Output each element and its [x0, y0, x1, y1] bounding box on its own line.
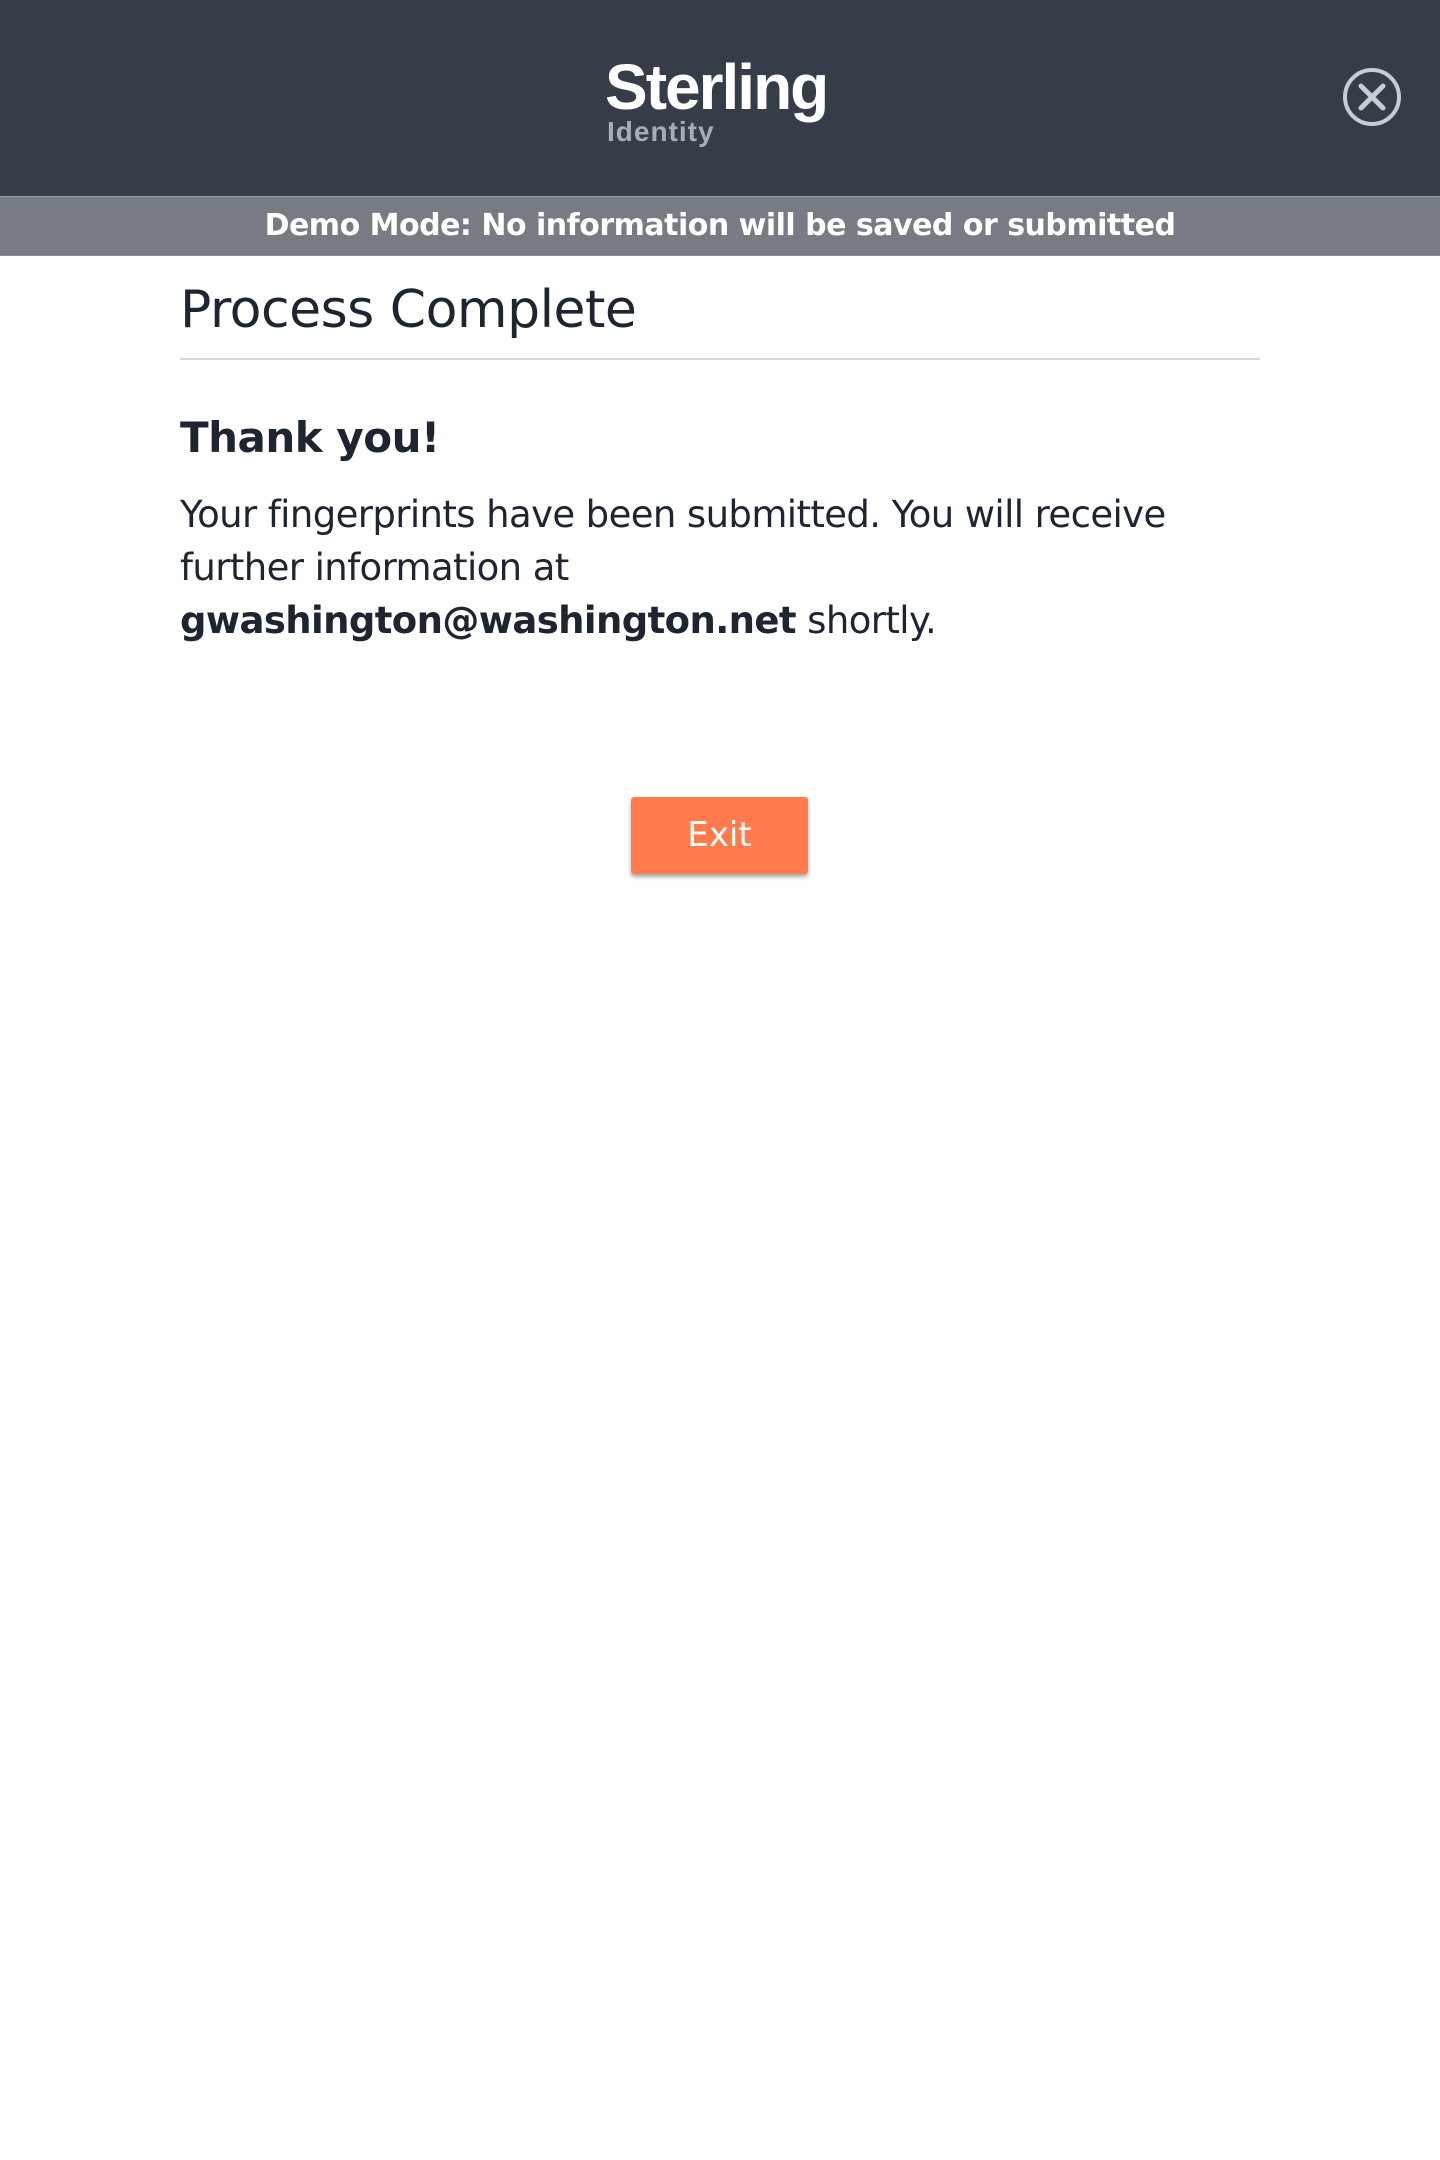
- thank-you-heading: Thank you!: [180, 413, 440, 462]
- demo-mode-banner: Demo Mode: No information will be saved …: [0, 196, 1440, 256]
- app-header: Sterling Identity: [0, 0, 1440, 196]
- logo-accent-mark: [644, 66, 653, 75]
- close-circle-icon: [1343, 68, 1401, 126]
- sterling-identity-logo: Sterling Identity: [605, 52, 845, 152]
- message-text: Your fingerprints have been submitted. Y…: [180, 493, 1166, 589]
- logo-subtitle: Identity: [607, 116, 715, 147]
- page-title: Process Complete: [180, 280, 637, 340]
- confirmation-message: Your fingerprints have been submitted. Y…: [180, 488, 1180, 647]
- close-button[interactable]: [1342, 67, 1402, 127]
- title-divider: [180, 358, 1260, 360]
- message-text-end: shortly.: [796, 599, 937, 642]
- exit-button[interactable]: Exit: [631, 797, 808, 874]
- main-content: Process Complete Thank you! Your fingerp…: [180, 256, 1260, 874]
- logo-wordmark: Sterling: [605, 51, 829, 123]
- email-address: gwashington@washington.net: [180, 599, 797, 642]
